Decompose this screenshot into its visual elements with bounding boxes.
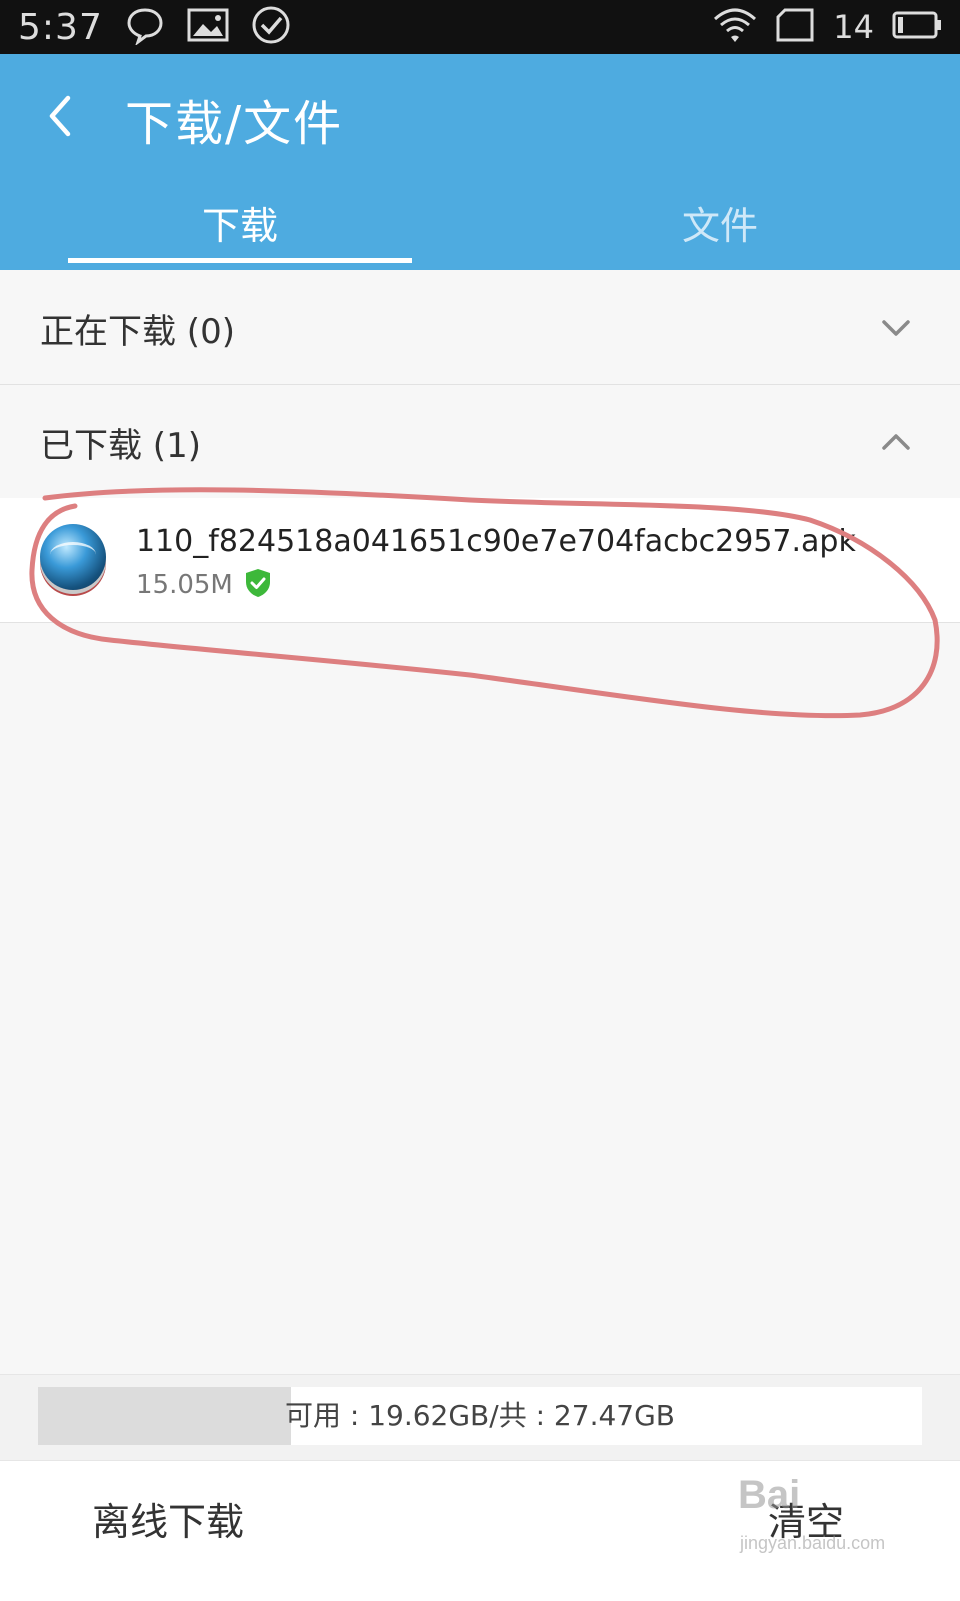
section-downloading-label: 正在下载 (0) — [40, 312, 235, 352]
app-bar: 下载/文件 下载 文件 — [0, 54, 960, 270]
app-globe-icon — [40, 524, 106, 590]
file-size: 15.05M — [136, 570, 233, 600]
chat-bubble-icon — [125, 5, 165, 49]
sim-card-icon — [775, 7, 815, 47]
chevron-left-icon — [49, 95, 71, 137]
offline-download-button[interactable]: 离线下载 — [92, 1491, 244, 1546]
file-list-item[interactable]: 110_f824518a041651c90e7e704facbc2957.apk… — [0, 498, 960, 623]
section-downloaded[interactable]: 已下载 (1) — [0, 384, 960, 499]
chevron-up-icon — [882, 434, 910, 450]
section-downloading[interactable]: 正在下载 (0) — [0, 270, 960, 385]
check-circle-icon — [251, 5, 291, 49]
tab-indicator — [68, 258, 412, 263]
image-icon — [187, 8, 229, 46]
chevron-down-icon — [882, 320, 910, 336]
bottom-action-bar: 离线下载 清空 Bai jingyan.baidu.com — [0, 1460, 960, 1601]
page-title: 下载/文件 — [125, 96, 344, 152]
verified-shield-icon — [246, 569, 270, 597]
storage-text: 可用 : 19.62GB/共 : 27.47GB — [284, 1399, 676, 1432]
wifi-icon — [713, 7, 757, 47]
status-bar: 5:37 14 — [0, 0, 960, 54]
storage-bar: 可用 : 19.62GB/共 : 27.47GB — [38, 1387, 922, 1445]
section-downloaded-label: 已下载 (1) — [40, 426, 201, 466]
file-name: 110_f824518a041651c90e7e704facbc2957.apk — [136, 524, 856, 559]
notification-count: 14 — [833, 8, 874, 46]
back-button[interactable] — [34, 88, 90, 144]
tab-files[interactable]: 文件 — [480, 194, 960, 270]
status-time: 5:37 — [18, 6, 103, 48]
battery-icon — [892, 10, 942, 44]
clear-button[interactable]: 清空 — [768, 1491, 844, 1546]
storage-area: 可用 : 19.62GB/共 : 27.47GB — [0, 1374, 960, 1461]
